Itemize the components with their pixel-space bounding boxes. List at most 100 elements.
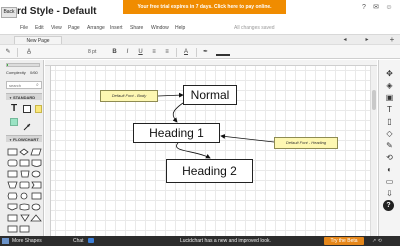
menu-file[interactable]: File — [20, 24, 35, 32]
menu-window[interactable]: Window — [151, 24, 175, 32]
shape-library-panel: Complexity 0/60 ⌕ ▼STANDARD T ▼FLOWCHART — [0, 60, 44, 236]
internal-storage-shape — [31, 192, 42, 200]
delay-shape — [31, 181, 42, 189]
toolbar: ✎ A̲ 8 pt B I U ≡ ≡ A ✒ — [0, 44, 400, 59]
italic-button[interactable]: I — [124, 48, 131, 57]
font-select-icon[interactable]: A̲ — [24, 48, 34, 57]
or-shape — [20, 192, 28, 200]
annotation-shape — [19, 225, 30, 233]
help-button[interactable]: ? — [383, 200, 394, 211]
display-shape — [19, 181, 30, 189]
text-color-button[interactable]: A — [182, 48, 190, 57]
download-icon[interactable]: ⇩ — [384, 188, 395, 199]
toolbar-divider — [176, 48, 177, 57]
chat-button[interactable]: Chat — [73, 237, 84, 245]
image-shape[interactable] — [10, 118, 18, 126]
collapse-arrow-icon: ▼ — [9, 96, 12, 100]
bold-button[interactable]: B — [111, 48, 118, 57]
menu-view[interactable]: View — [51, 24, 68, 32]
font-size-field[interactable]: 8 pt — [88, 48, 102, 57]
back-button[interactable]: Back — [1, 7, 17, 18]
predefined-process-shape — [19, 159, 30, 167]
node-heading-1[interactable]: Heading 1 — [133, 123, 220, 143]
manual-input-shape — [7, 170, 18, 178]
menu-help[interactable]: Help — [175, 24, 190, 32]
align-center-icon[interactable]: ≡ — [163, 48, 171, 57]
bottom-bar: More Shapes Chat Lucidchart has a new an… — [0, 236, 400, 246]
add-page-button[interactable]: + — [387, 36, 397, 44]
menu-insert[interactable]: Insert — [110, 24, 130, 32]
section-standard-label: STANDARD — [12, 95, 36, 100]
chat-icon[interactable]: ✉ — [372, 4, 380, 12]
theme-icon[interactable]: ◐ — [384, 164, 395, 175]
pages-bar: New Page ◂ ▸ + — [0, 34, 400, 44]
horizontal-ruler — [45, 60, 377, 66]
document-shape — [31, 159, 42, 167]
history-icon[interactable]: ⟲ — [384, 152, 395, 163]
chat-bubble-icon[interactable] — [88, 238, 94, 243]
document-title[interactable]: rd Style - Default — [17, 6, 96, 17]
shapes-icon — [2, 237, 9, 244]
search-icon[interactable]: ⌕ — [36, 82, 39, 88]
section-flowchart-header[interactable]: ▼FLOWCHART — [6, 135, 42, 142]
menu-share[interactable]: Share — [130, 24, 151, 32]
vertical-scrollbar[interactable] — [370, 66, 377, 236]
complexity-count: 0/60 — [30, 70, 38, 75]
collapse-arrow-icon: ▼ — [9, 138, 12, 142]
note-default-font-body[interactable]: Default Font - Body — [100, 90, 158, 102]
underline-button[interactable]: U — [137, 48, 144, 57]
comment-icon[interactable]: ✎ — [384, 140, 395, 151]
presentation-icon[interactable]: ▭ — [384, 176, 395, 187]
node-heading-2[interactable]: Heading 2 — [166, 159, 253, 183]
stored-data-shape — [31, 203, 41, 211]
punched-tape-shape — [19, 203, 30, 211]
card-shape — [7, 214, 18, 222]
note-default-font-heading[interactable]: Default Font - Heading — [274, 137, 338, 149]
database-shape — [7, 225, 18, 233]
note-shape[interactable] — [35, 105, 42, 113]
fill-bucket-icon[interactable]: ◈ — [384, 80, 395, 91]
node-normal[interactable]: Normal — [183, 85, 237, 105]
flowchart-shapes — [7, 148, 42, 233]
menu-edit[interactable]: Edit — [35, 24, 51, 32]
expand-icon[interactable]: ↗ ⟲ — [372, 237, 382, 245]
format-painter-icon[interactable]: ✎ — [4, 48, 12, 57]
arrow-line-shape[interactable] — [23, 118, 31, 131]
text-icon[interactable]: T — [384, 104, 395, 115]
new-look-message: Lucidchart has a new and improved look. — [180, 238, 271, 244]
pointer-icon[interactable]: ✥ — [384, 68, 395, 79]
process-shape — [7, 148, 18, 156]
scrollbar-thumb[interactable] — [372, 90, 376, 110]
help-icon[interactable]: ? — [360, 4, 368, 12]
pages-prev-button[interactable]: ◂ — [340, 36, 350, 44]
arrow-icon — [23, 123, 31, 131]
rectangle-shape[interactable] — [23, 105, 31, 113]
line-style-swatch[interactable] — [216, 54, 230, 56]
line-color-icon[interactable]: ✒ — [201, 48, 210, 57]
page-icon[interactable]: ▯ — [384, 116, 395, 127]
complexity-meter — [6, 63, 40, 67]
pages-next-button[interactable]: ▸ — [362, 36, 372, 44]
text-shape[interactable]: T — [10, 104, 18, 114]
hexagon-shape — [7, 192, 18, 200]
more-shapes-label: More Shapes — [12, 238, 42, 244]
image-icon[interactable]: ▣ — [384, 92, 395, 103]
align-left-icon[interactable]: ≡ — [150, 48, 158, 57]
save-status: All changes saved — [234, 25, 275, 31]
account-icon[interactable]: ☺ — [385, 4, 393, 12]
vertical-ruler — [45, 66, 51, 236]
decision-shape — [19, 148, 29, 156]
menu-arrange[interactable]: Arrange — [87, 24, 110, 32]
section-standard-header[interactable]: ▼STANDARD — [6, 93, 42, 100]
try-beta-button[interactable]: Try the Beta — [324, 237, 364, 245]
terminator-shape — [7, 159, 18, 167]
more-shapes-button[interactable]: More Shapes — [2, 237, 42, 245]
merge-shape — [20, 214, 30, 222]
menu-page[interactable]: Page — [68, 24, 87, 32]
trial-banner[interactable]: Your free trial expires in 7 days. Click… — [123, 0, 286, 14]
extract-shape — [30, 214, 42, 222]
preparation-shape — [7, 181, 18, 189]
data-shape — [30, 148, 42, 156]
layers-icon[interactable]: ◇ — [384, 128, 395, 139]
tab-new-page[interactable]: New Page — [14, 36, 62, 44]
